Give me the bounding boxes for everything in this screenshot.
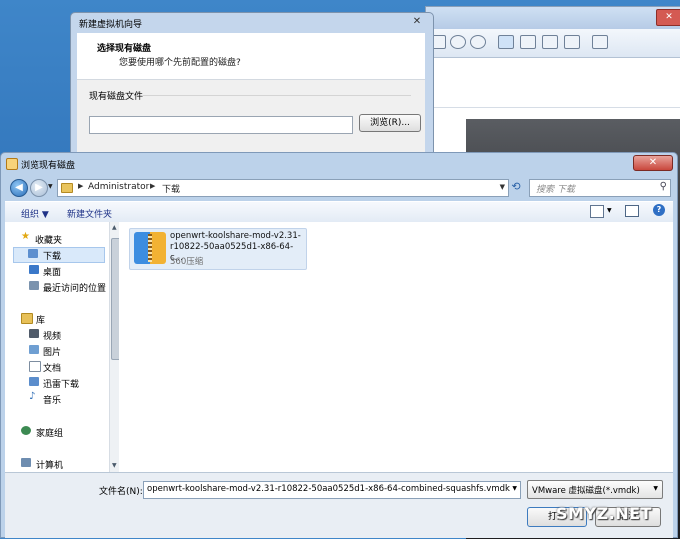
new-vm-wizard: 新建虚拟机向导 ✕ 选择现有磁盘 您要使用哪个先前配置的磁盘? 现有磁盘文件 浏… [70, 12, 434, 174]
scroll-down-icon[interactable]: ▼ [112, 462, 117, 469]
address-dropdown-icon[interactable]: ▼ [500, 183, 505, 191]
vmware-toolbar [426, 29, 680, 58]
nav-computer[interactable]: 计算机 [5, 457, 105, 471]
watermark: SMYZ.NET [556, 504, 652, 523]
organize-menu[interactable]: 组织 ▼ [21, 207, 49, 220]
nav-pictures[interactable]: 图片 [5, 344, 105, 358]
nav-homegroup[interactable]: 家庭组 [5, 425, 105, 439]
address-bar[interactable]: ▶ Administrator ▶ 下载 ▼ [57, 179, 509, 197]
browse-disk-dialog: 浏览现有磁盘 ✕ ◀ ▶ ▼ ▶ Administrator ▶ 下载 ▼ ⟲ … [0, 152, 678, 538]
disk-path-input[interactable] [89, 116, 353, 134]
vmware-close-button[interactable]: ✕ [656, 9, 680, 26]
nav-documents[interactable]: 文档 [5, 360, 105, 374]
breadcrumb-separator-icon[interactable]: ▶ [150, 182, 155, 190]
nav-downloads[interactable]: 下载 [13, 247, 105, 263]
dialog-title: 浏览现有磁盘 [21, 161, 76, 171]
help-icon[interactable]: ? [653, 204, 665, 216]
nav-favorites-label: 收藏夹 [35, 236, 63, 246]
back-arrow-icon[interactable]: ◀ [10, 179, 28, 197]
filename-label: 文件名(N): [99, 487, 143, 497]
group-divider [143, 95, 411, 96]
music-note-icon: ♪ [29, 391, 36, 402]
browse-button[interactable]: 浏览(R)... [359, 114, 421, 132]
file-list: openwrt-koolshare-mod-v2.31-r10822-50aa0… [119, 222, 673, 472]
view-dropdown-icon[interactable]: ▼ [607, 207, 612, 214]
nav-videos-label: 视频 [43, 332, 62, 342]
wizard-header: 选择现有磁盘 您要使用哪个先前配置的磁盘? [77, 33, 425, 80]
fullscreen-icon[interactable] [542, 35, 558, 49]
nav-music[interactable]: ♪ 音乐 [5, 391, 105, 406]
filetype-value: VMware 虚拟磁盘(*.vmdk) [532, 486, 640, 496]
wizard-close-icon[interactable]: ✕ [407, 15, 427, 28]
desktop-icon [29, 265, 39, 274]
nav-desktop[interactable]: 桌面 [5, 264, 105, 278]
existing-disk-label: 现有磁盘文件 [89, 92, 144, 102]
nav-library-label: 库 [36, 316, 46, 326]
nav-music-label: 音乐 [43, 396, 62, 406]
preview-pane-icon[interactable] [625, 205, 639, 217]
nav-desktop-label: 桌面 [43, 268, 62, 278]
filetype-select[interactable]: VMware 虚拟磁盘(*.vmdk) ▼ [527, 480, 663, 499]
folder-icon [61, 183, 73, 193]
nav-downloads-label: 下载 [43, 252, 62, 262]
vmware-titlebar: ✕ [426, 7, 680, 29]
downloads-icon [28, 249, 38, 258]
dialog-close-button[interactable]: ✕ [633, 155, 673, 171]
xunlei-folder-icon [29, 377, 39, 386]
search-icon[interactable]: ⚲ [660, 181, 667, 192]
view-options-icon[interactable] [590, 205, 604, 218]
video-icon [29, 329, 39, 338]
breadcrumb-administrator[interactable]: Administrator [88, 182, 149, 192]
vmware-app-icon [6, 158, 18, 170]
forward-arrow-icon[interactable]: ▶ [30, 179, 48, 197]
command-bar: 组织 ▼ 新建文件夹 ▼ ? [5, 201, 673, 223]
nav-pictures-label: 图片 [43, 348, 62, 358]
archive-file-icon [134, 232, 166, 264]
filename-input[interactable]: openwrt-koolshare-mod-v2.31-r10822-50aa0… [143, 481, 521, 499]
wizard-title: 新建虚拟机向导 [79, 20, 143, 30]
homegroup-icon [21, 426, 31, 435]
breadcrumb-separator-icon[interactable]: ▶ [78, 182, 83, 190]
nav-recent-label: 最近访问的位置 [43, 284, 107, 294]
vmware-divider [426, 107, 680, 108]
history-dropdown-icon[interactable]: ▼ [48, 183, 53, 190]
unity-icon[interactable] [564, 35, 580, 49]
search-input[interactable]: 搜索 下载 ⚲ [529, 179, 671, 197]
search-placeholder: 搜索 下载 [536, 185, 575, 195]
nav-recent[interactable]: 最近访问的位置 [5, 280, 107, 294]
star-icon: ★ [21, 231, 30, 242]
nav-favorites[interactable]: ★ 收藏夹 [5, 231, 105, 246]
wizard-heading: 选择现有磁盘 [97, 44, 152, 54]
nav-documents-label: 文档 [43, 364, 62, 374]
nav-xunlei-label: 迅雷下载 [43, 380, 80, 390]
revert-icon[interactable] [450, 35, 466, 49]
nav-computer-label: 计算机 [36, 461, 64, 471]
file-type: 360压缩 [170, 257, 204, 267]
refresh-icon[interactable]: ⟲ [509, 179, 523, 195]
file-item[interactable]: openwrt-koolshare-mod-v2.31-r10822-50aa0… [129, 228, 307, 270]
scroll-up-icon[interactable]: ▲ [112, 224, 117, 231]
thumbnail-view-icon[interactable] [520, 35, 536, 49]
sidebar-view-icon[interactable] [498, 35, 514, 49]
picture-icon [29, 345, 39, 354]
filename-value: openwrt-koolshare-mod-v2.31-r10822-50aa0… [147, 484, 510, 494]
nav-homegroup-label: 家庭组 [36, 429, 64, 439]
library-icon [21, 313, 33, 324]
zipper-icon [148, 234, 152, 262]
navigation-pane: ★ 收藏夹 下载 桌面 最近访问的位置 库 视频 图片 文档 迅雷下载 ♪ 音乐… [5, 222, 121, 472]
breadcrumb-downloads[interactable]: 下载 [162, 182, 180, 195]
nav-library[interactable]: 库 [5, 312, 105, 326]
computer-icon [21, 458, 31, 467]
console-view-icon[interactable] [592, 35, 608, 49]
nav-xunlei[interactable]: 迅雷下载 [5, 376, 105, 390]
filename-dropdown-icon[interactable]: ▼ [512, 485, 517, 492]
nav-videos[interactable]: 视频 [5, 328, 105, 342]
recent-places-icon [29, 281, 39, 290]
snapshot-manager-icon[interactable] [470, 35, 486, 49]
document-icon [29, 361, 41, 372]
new-folder-button[interactable]: 新建文件夹 [67, 207, 112, 220]
wizard-subheading: 您要使用哪个先前配置的磁盘? [119, 58, 241, 68]
filetype-dropdown-icon: ▼ [653, 485, 658, 492]
